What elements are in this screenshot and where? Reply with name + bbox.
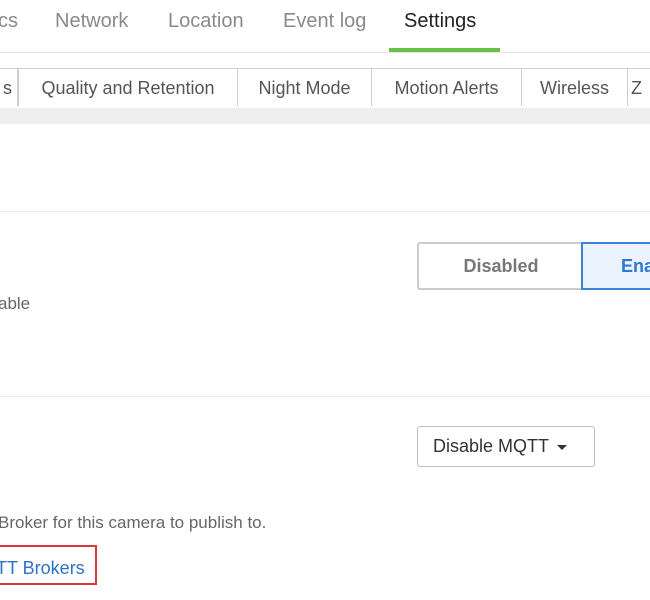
tab-network[interactable]: Network — [55, 10, 128, 33]
tab-location[interactable]: Location — [168, 10, 244, 33]
top-navigation: cs Network Location Event log Settings — [0, 0, 650, 53]
section-divider — [0, 211, 650, 212]
subtab-night-mode[interactable]: Night Mode — [237, 68, 372, 106]
enabled-toggle-button[interactable]: Ena — [581, 242, 650, 290]
subtab-content-bar — [0, 108, 650, 124]
tab-analytics[interactable]: cs — [0, 10, 18, 33]
section-divider — [0, 396, 650, 397]
mqtt-brokers-link[interactable]: TT Brokers — [0, 558, 85, 579]
subtab-wireless[interactable]: Wireless — [521, 68, 628, 106]
subtab-motion-alerts[interactable]: Motion Alerts — [371, 68, 522, 106]
active-tab-indicator — [389, 48, 500, 52]
mqtt-dropdown[interactable]: Disable MQTT — [417, 426, 595, 467]
mqtt-dropdown-value: Disable MQTT — [433, 436, 550, 456]
tab-settings[interactable]: Settings — [404, 10, 476, 33]
disabled-toggle-button[interactable]: Disabled — [417, 242, 583, 290]
mqtt-broker-description: Broker for this camera to publish to. — [0, 513, 267, 532]
section1-description: able — [0, 294, 31, 313]
settings-page: cs Network Location Event log Settings s… — [0, 0, 650, 600]
caret-down-icon — [557, 444, 568, 450]
subtab-previous[interactable]: s — [0, 68, 18, 106]
subtab-quality-and-retention[interactable]: Quality and Retention — [18, 68, 238, 106]
settings-subtabs: s Quality and Retention Night Mode Motio… — [0, 68, 650, 108]
subtab-next[interactable]: Z — [627, 68, 650, 106]
tab-event-log[interactable]: Event log — [283, 10, 366, 33]
